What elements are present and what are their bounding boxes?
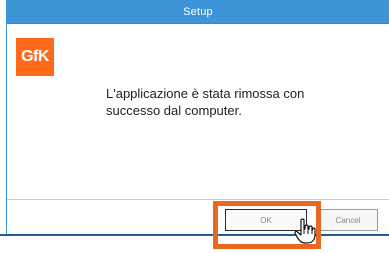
window-title: Setup [183, 6, 213, 18]
title-bar[interactable]: Setup [7, 0, 389, 24]
footer-divider [0, 234, 389, 236]
uninstall-message: L'applicazione è stata rimossa con succe… [106, 85, 376, 119]
dialog-content: GfK L'applicazione è stata rimossa con s… [7, 24, 389, 199]
message-line-2: successo dal computer. [106, 103, 242, 118]
cancel-button[interactable]: Cancel [318, 209, 378, 231]
message-line-1: L'applicazione è stata rimossa con [106, 86, 305, 101]
screenshot: Setup GfK L'applicazione è stata rimossa… [0, 0, 389, 253]
gfk-logo: GfK [16, 38, 54, 76]
setup-dialog: Setup GfK L'applicazione è stata rimossa… [6, 0, 389, 235]
hand-pointer-icon [294, 218, 316, 244]
